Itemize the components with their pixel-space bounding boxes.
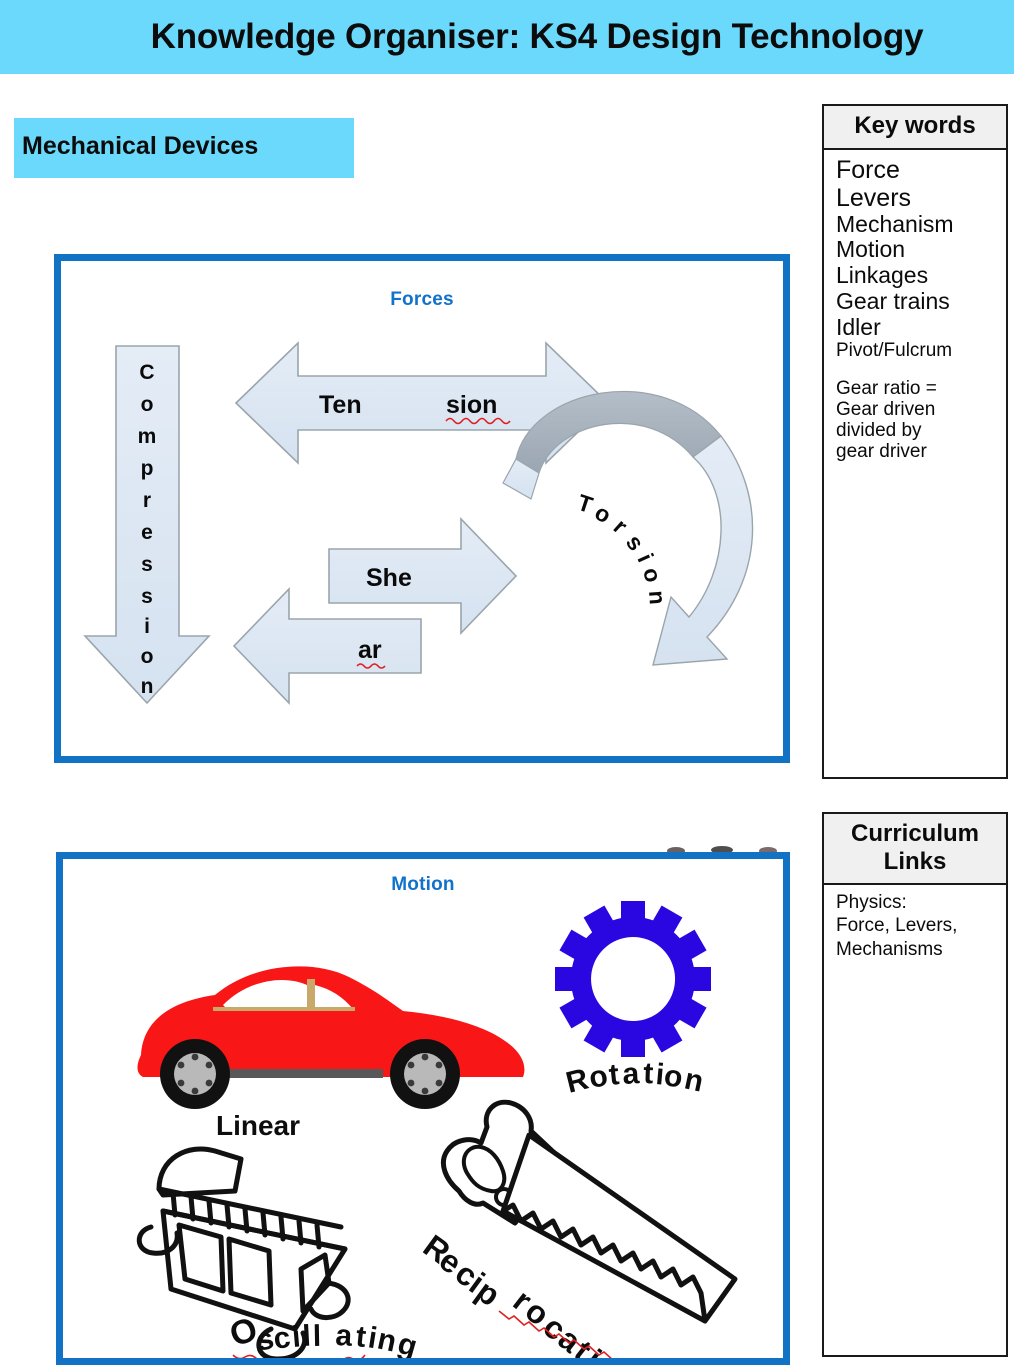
- gear-ratio-line: Gear ratio =: [836, 377, 937, 399]
- svg-text:o: o: [141, 645, 154, 668]
- section-title: Mechanical Devices: [22, 132, 259, 160]
- svg-text:s: s: [141, 585, 153, 608]
- spellcheck-squiggle: [232, 1354, 366, 1358]
- key-word-item: Mechanism: [836, 210, 954, 237]
- svg-text:t: t: [354, 1320, 367, 1354]
- curriculum-line: Physics:: [836, 892, 907, 914]
- svg-text:n: n: [682, 1063, 707, 1099]
- key-word-item: Levers: [836, 183, 912, 212]
- svg-text:n: n: [141, 675, 154, 698]
- curriculum-links-heading: Curriculum Links: [824, 814, 1006, 886]
- rotation-label: R o t a t i o n: [563, 1057, 707, 1100]
- svg-text:l: l: [302, 1320, 312, 1353]
- key-word-item: Gear trains: [836, 287, 950, 314]
- shear-label-top: She: [366, 564, 412, 592]
- key-word-item: Pivot/Fulcrum: [836, 340, 953, 362]
- svg-text:e: e: [141, 521, 153, 544]
- svg-text:i: i: [632, 549, 658, 565]
- forces-diagram: C o m p r e s s i o n Ten sion T o r s i…: [83, 341, 754, 705]
- svg-text:o: o: [638, 565, 667, 585]
- svg-text:l: l: [313, 1320, 322, 1353]
- blue-gear-icon: [555, 901, 711, 1057]
- shear-arrow-top-icon: [328, 517, 518, 635]
- key-words-panel: Key words Force Levers Mechanism Motion …: [822, 104, 1008, 779]
- gear-ratio-line: gear driver: [836, 441, 927, 463]
- svg-text:r: r: [609, 513, 633, 538]
- shear-label-bottom: ar: [358, 636, 382, 664]
- svg-text:s: s: [141, 553, 153, 576]
- svg-text:T: T: [574, 489, 595, 518]
- reciprocating-label-part2: r o c a t i n g: [507, 1282, 625, 1358]
- tension-label-right: sion: [446, 391, 497, 419]
- car-wheel-rear: [390, 1039, 460, 1109]
- gear-ratio-line: divided by: [836, 420, 922, 442]
- clipped-graphic-artifact: [660, 838, 790, 852]
- torsion-arrow-icon: [502, 391, 754, 666]
- motion-diagram-panel: Motion Linear R o t a t i o n O s c i l …: [56, 852, 790, 1365]
- key-word-item: Motion: [836, 236, 906, 263]
- svg-text:i: i: [291, 1320, 302, 1354]
- svg-text:r: r: [143, 489, 151, 512]
- curriculum-links-body: Physics: Force, Levers, Mechanisms: [824, 885, 1006, 969]
- shear-arrow-bottom-icon: [232, 587, 422, 705]
- svg-text:C: C: [139, 361, 154, 384]
- forces-diagram-panel: Forces C o m p r e s s i o n Ten sion T …: [54, 254, 790, 763]
- car-wheel-front: [160, 1039, 230, 1109]
- curriculum-heading-line1: Curriculum: [850, 820, 979, 847]
- key-word-item: Force: [836, 155, 900, 184]
- svg-text:o: o: [141, 393, 154, 416]
- key-words-heading: Key words: [824, 106, 1006, 150]
- key-words-body: Force Levers Mechanism Motion Linkages G…: [824, 150, 1006, 471]
- tension-label-left: Ten: [319, 391, 362, 419]
- red-car-icon: [137, 966, 525, 1109]
- svg-text:s: s: [621, 530, 650, 556]
- svg-text:i: i: [144, 615, 150, 638]
- svg-text:n: n: [644, 590, 671, 606]
- curriculum-line: Mechanisms: [836, 938, 943, 960]
- svg-text:o: o: [662, 1059, 685, 1094]
- svg-text:a: a: [622, 1057, 641, 1091]
- svg-text:o: o: [591, 499, 616, 529]
- svg-text:p: p: [141, 457, 154, 480]
- key-word-item: Linkages: [836, 262, 929, 289]
- svg-text:m: m: [138, 425, 157, 448]
- gear-ratio-line: Gear driven: [836, 398, 936, 420]
- motion-diagram: Linear R o t a t i o n O s c i l l a t i…: [136, 901, 738, 1358]
- key-word-item: Idler: [836, 313, 881, 340]
- torsion-label: T o r s i o n: [574, 489, 670, 605]
- svg-text:a: a: [335, 1319, 354, 1353]
- curriculum-heading-line2: Links: [883, 847, 947, 875]
- svg-text:t: t: [607, 1058, 620, 1092]
- linear-label: Linear: [216, 1110, 300, 1141]
- curriculum-links-panel: Curriculum Links Physics: Force, Levers,…: [822, 812, 1008, 1357]
- curriculum-line: Force, Levers,: [836, 915, 958, 937]
- svg-text:t: t: [643, 1057, 654, 1090]
- reciprocating-label-part1: R e c i p: [417, 1228, 507, 1314]
- page-title: Knowledge Organiser: KS4 Design Technolo…: [150, 17, 924, 56]
